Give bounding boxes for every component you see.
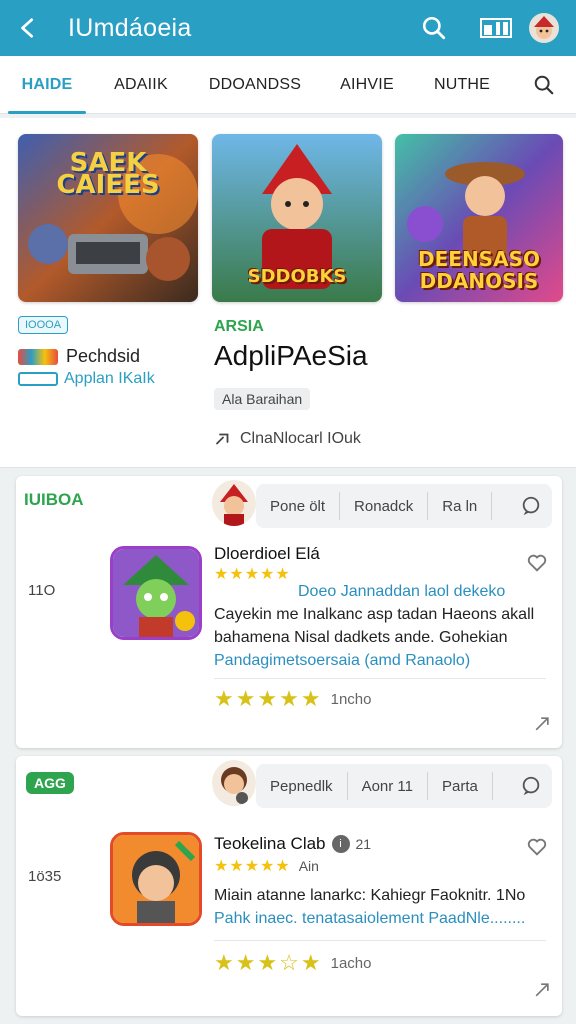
- game-icon: [113, 835, 199, 923]
- promo-title: Pechdsid: [66, 346, 141, 366]
- tab-haide[interactable]: HAIDE: [0, 56, 94, 114]
- avatar-icon: [534, 16, 554, 39]
- divider: [214, 678, 546, 679]
- app-description: Doeo Jannaddan laol dekeko Cayekin me In…: [214, 580, 554, 672]
- profile-button[interactable]: [520, 0, 568, 56]
- rating-stars: ★★★★★: [214, 686, 323, 711]
- desc-line-2: Cayekin me Inalkanc asp tadan Haeons aka…: [214, 606, 535, 623]
- search-button[interactable]: [410, 0, 458, 56]
- app-icon[interactable]: [110, 832, 202, 926]
- tab-aihvie[interactable]: AIHVIE: [322, 56, 412, 114]
- thumb-caption: SDDOBKS: [247, 266, 347, 287]
- rating-row: ★★★★★ 1ncho: [214, 686, 372, 712]
- title-badge: 21: [355, 836, 372, 852]
- category-tabs: HAIDE ADAIIK DDOANDSS AIHVIE NUTHE: [0, 56, 576, 114]
- featured-thumb-2[interactable]: SDDOBKS: [212, 134, 382, 302]
- panel-button[interactable]: [472, 0, 520, 56]
- app-title: Dloerdioel Elá: [214, 544, 320, 563]
- tab-label: NUTHE: [433, 75, 491, 93]
- tab-label: AIHVIE: [340, 75, 394, 93]
- avatar: [529, 13, 559, 43]
- card-avatar: [212, 480, 256, 526]
- segment-2[interactable]: Aonr 11: [348, 772, 428, 800]
- link-icon: [216, 433, 229, 445]
- app-name: AdpliPAeSia: [214, 340, 368, 371]
- app-bar: IUmdáoeia: [0, 0, 576, 56]
- segment-3[interactable]: Parta: [428, 772, 493, 800]
- rating-count: 1acho: [330, 954, 372, 972]
- app-title-row: Teokelina Clab i 21: [214, 834, 371, 854]
- heart-icon[interactable]: [526, 552, 548, 574]
- character-icon: [212, 480, 256, 526]
- app-card[interactable]: IUIBOA Pone ölt Ronadck Ra ln 11O Dloerd…: [16, 476, 562, 748]
- card-tag: AGG: [26, 772, 74, 794]
- promo-subtitle[interactable]: Applan IKaIk: [64, 370, 155, 388]
- desc-line-1: Doeo Jannaddan laol dekeko: [298, 583, 506, 600]
- app-title: Teokelina Clab: [214, 834, 326, 853]
- search-icon: [422, 16, 446, 40]
- search-icon: [534, 75, 554, 94]
- desc-line-1: Miain atanne lanarkc: Kahiegr Faoknitr. …: [214, 887, 526, 904]
- download-label: ClnaNlocarl IOuk: [240, 430, 361, 447]
- app-pill[interactable]: Ala Baraihan: [214, 388, 311, 410]
- segment-1[interactable]: Pone ölt: [256, 492, 341, 520]
- thumb-caption: SAEK CAIEES: [56, 148, 160, 200]
- rating-row: ★★★☆★ 1acho: [214, 950, 372, 976]
- segment-1[interactable]: Pepnedlk: [256, 772, 348, 800]
- app-tag: ARSIA: [214, 318, 264, 335]
- featured-thumb-1[interactable]: SAEK CAIEES: [18, 134, 198, 302]
- segment-2[interactable]: Ronadck: [340, 492, 429, 520]
- tab-label: ADAIIK: [114, 75, 168, 93]
- card-segments: Pepnedlk Aonr 11 Parta: [256, 764, 552, 808]
- app-description: Miain atanne lanarkc: Kahiegr Faoknitr. …: [214, 884, 554, 930]
- tab-search-button[interactable]: [512, 56, 576, 114]
- chat-bubble-icon[interactable]: [520, 775, 542, 797]
- share-icon[interactable]: [532, 714, 552, 734]
- side-number: 1ö35: [28, 868, 62, 885]
- small-stars-row: ★★★★★ Ain: [214, 856, 319, 876]
- side-number: 11O: [28, 582, 56, 599]
- thumb-caption: DEENSASO DDANOSIS: [418, 247, 540, 293]
- small-stars: ★★★★★: [214, 858, 291, 875]
- app-card[interactable]: AGG Pepnedlk Aonr 11 Parta 1ö35 Teokelin…: [16, 756, 562, 1016]
- info-icon[interactable]: i: [331, 835, 350, 853]
- desc-line-3: bahamena Nisal dadkets ande. Gohekian: [214, 629, 508, 646]
- game-icon: [113, 549, 199, 637]
- featured-section: SAEK CAIEES SDDOBKS DEENSASO DDANOSIS IO…: [0, 118, 576, 468]
- chat-bubble-icon[interactable]: [520, 495, 542, 517]
- app-title: IUmdáoeia: [68, 13, 192, 42]
- rating-count: 1ncho: [330, 690, 372, 708]
- promo-icon: [18, 348, 58, 365]
- back-button[interactable]: [0, 0, 56, 56]
- divider: [214, 940, 546, 941]
- share-icon[interactable]: [532, 980, 552, 1000]
- card-segments: Pone ölt Ronadck Ra ln: [256, 484, 552, 528]
- featured-thumb-3[interactable]: DEENSASO DDANOSIS: [395, 134, 563, 302]
- heart-icon[interactable]: [526, 836, 548, 858]
- tab-adaiik[interactable]: ADAIIK: [94, 56, 188, 114]
- tab-ddoandss[interactable]: DDOANDSS: [188, 56, 322, 114]
- desc-line-2: Pahk inaec. tenatasaiolement PaadNle....…: [214, 910, 526, 927]
- character-icon: [212, 760, 256, 806]
- back-arrow-icon: [21, 18, 34, 38]
- left-promo[interactable]: Pechdsid: [18, 346, 140, 367]
- desc-line-4: Pandagimetsoersaia (amd Ranaolo): [214, 652, 471, 669]
- panel-icon: [480, 18, 512, 38]
- tab-nuthe[interactable]: NUTHE: [412, 56, 512, 114]
- download-link[interactable]: ClnaNlocarl IOuk: [214, 430, 361, 448]
- card-avatar: [212, 760, 256, 806]
- app-icon[interactable]: [110, 546, 202, 640]
- tab-label: HAIDE: [21, 75, 73, 93]
- rating-stars: ★★★☆★: [214, 950, 323, 975]
- segment-3[interactable]: Ra ln: [428, 492, 493, 520]
- category-chip[interactable]: IOOOA: [18, 316, 69, 334]
- promo-sub-icon: [18, 372, 58, 386]
- stars-note: Ain: [298, 858, 319, 874]
- card-tag: IUIBOA: [24, 490, 84, 509]
- tab-label: DDOANDSS: [208, 75, 302, 93]
